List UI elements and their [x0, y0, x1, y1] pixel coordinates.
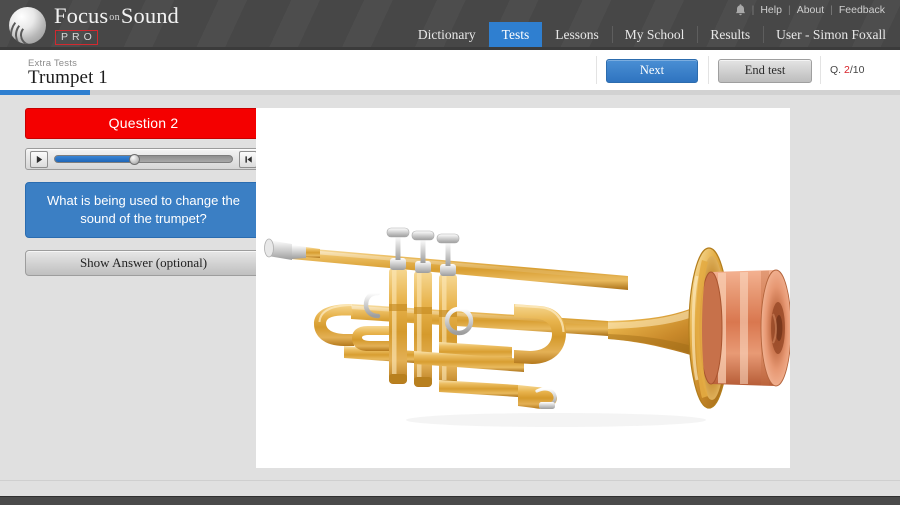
- question-media-panel: [256, 108, 790, 468]
- question-counter-total: 10: [852, 64, 865, 76]
- trumpet-image: [256, 108, 790, 468]
- show-answer-button[interactable]: Show Answer (optional): [25, 250, 262, 276]
- logo-pro-badge: PRO: [55, 30, 98, 46]
- logo-title-focus: Focus: [54, 2, 109, 28]
- nav-item-my-school[interactable]: My School: [611, 22, 698, 47]
- main-content: Question 2 What is being used to change …: [0, 95, 900, 475]
- feedback-link[interactable]: Feedback: [834, 4, 890, 16]
- about-link[interactable]: About: [792, 4, 829, 16]
- footer: [0, 470, 900, 505]
- question-panel: Question 2 What is being used to change …: [25, 108, 262, 276]
- toolbar-divider-right: [820, 56, 821, 84]
- sound-wave-logo-icon: [9, 6, 46, 44]
- skip-to-start-icon[interactable]: [239, 150, 257, 168]
- nav-item-dictionary[interactable]: Dictionary: [405, 22, 489, 47]
- main-navigation: Dictionary Tests Lessons My School Resul…: [405, 22, 900, 47]
- app-logo[interactable]: FocusonSound PRO: [9, 2, 179, 46]
- next-button[interactable]: Next: [606, 59, 698, 83]
- question-counter: Q. 2/10: [830, 64, 864, 76]
- logo-title-on: on: [109, 11, 120, 23]
- utility-links: | Help | About | Feedback: [734, 3, 890, 17]
- top-header-bar: FocusonSound PRO | Help | About | Feedba…: [0, 0, 900, 50]
- play-icon[interactable]: [30, 150, 48, 168]
- logo-title-sound: Sound: [120, 2, 179, 28]
- help-link[interactable]: Help: [755, 4, 787, 16]
- question-text: What is being used to change the sound o…: [25, 182, 262, 238]
- nav-item-lessons[interactable]: Lessons: [542, 22, 612, 47]
- page-title: Trumpet 1: [28, 67, 108, 88]
- logo-wordmark: FocusonSound PRO: [54, 2, 179, 46]
- nav-item-results[interactable]: Results: [697, 22, 763, 47]
- focus-on-sound-app: FocusonSound PRO | Help | About | Feedba…: [0, 0, 900, 505]
- footer-bottom-bar: [0, 496, 900, 505]
- logo-title: FocusonSound: [54, 2, 179, 28]
- question-number-banner: Question 2: [25, 108, 262, 139]
- audio-seek-slider[interactable]: [54, 153, 233, 165]
- nav-item-user-account[interactable]: User - Simon Foxall: [763, 22, 900, 47]
- footer-divider: [0, 480, 900, 481]
- toolbar-divider-left: [596, 56, 597, 84]
- nav-item-tests[interactable]: Tests: [488, 22, 543, 47]
- bell-icon[interactable]: [734, 3, 747, 17]
- end-test-button[interactable]: End test: [718, 59, 812, 83]
- toolbar-divider-mid: [708, 56, 709, 84]
- question-counter-prefix: Q.: [830, 64, 842, 76]
- audio-player: [25, 148, 262, 170]
- sub-header: Extra Tests Trumpet 1 Next End test Q. 2…: [0, 50, 900, 90]
- audio-seek-fill: [55, 156, 135, 162]
- audio-seek-handle[interactable]: [129, 153, 141, 165]
